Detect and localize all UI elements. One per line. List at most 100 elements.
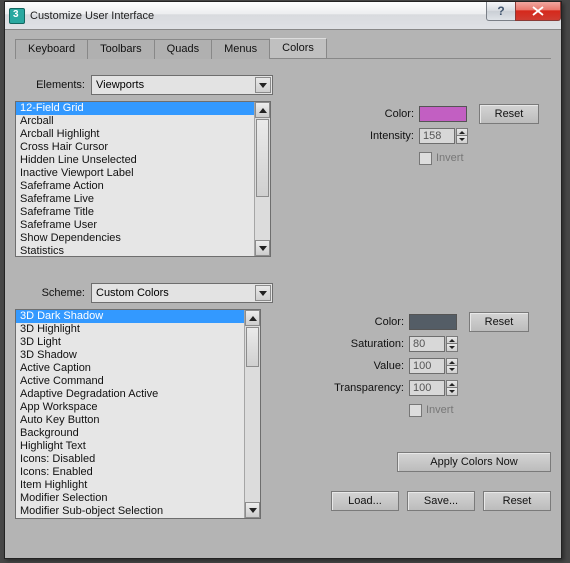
transparency-value[interactable]: 100 (409, 380, 445, 396)
color-swatch[interactable] (409, 314, 457, 330)
invert-label: Invert (426, 404, 454, 416)
tab-keyboard[interactable]: Keyboard (15, 39, 88, 59)
apply-colors-button[interactable]: Apply Colors Now (397, 452, 551, 472)
list-item[interactable]: Arcball (16, 115, 254, 128)
intensity-spinner[interactable]: 158 (419, 128, 468, 144)
scrollbar[interactable] (254, 102, 270, 256)
spin-down[interactable] (456, 136, 468, 144)
saturation-value[interactable]: 80 (409, 336, 445, 352)
spin-down[interactable] (446, 366, 458, 374)
dropdown-arrow-icon (255, 77, 271, 93)
list-item[interactable]: Active Caption (16, 362, 244, 375)
list-item[interactable]: Safeframe Live (16, 193, 254, 206)
list-item[interactable]: Modifier Sub-object Selection (16, 505, 244, 518)
list-item[interactable]: Adaptive Degradation Active (16, 388, 244, 401)
list-item[interactable]: Statistics (16, 245, 254, 256)
value-label: Value: (331, 360, 409, 372)
intensity-value[interactable]: 158 (419, 128, 455, 144)
list-item[interactable]: Background (16, 427, 244, 440)
value-value[interactable]: 100 (409, 358, 445, 374)
titlebar[interactable]: Customize User Interface ? (5, 2, 561, 30)
list-item[interactable]: Highlight Text (16, 440, 244, 453)
spin-down[interactable] (446, 344, 458, 352)
window-title: Customize User Interface (30, 10, 154, 22)
save-button[interactable]: Save... (407, 491, 475, 511)
help-icon: ? (497, 4, 504, 18)
scroll-up-button[interactable] (245, 310, 260, 326)
list-item[interactable]: 3D Shadow (16, 349, 244, 362)
elements-controls: Color: Reset Intensity: 158 (341, 103, 539, 169)
spin-up[interactable] (446, 358, 458, 366)
saturation-spinner[interactable]: 80 (409, 336, 458, 352)
chevron-up-icon (259, 108, 267, 113)
list-item[interactable]: Icons: Disabled (16, 453, 244, 466)
elements-label: Elements: (15, 79, 91, 91)
invert-checkbox[interactable] (419, 152, 432, 165)
transparency-label: Transparency: (331, 382, 409, 394)
scrollbar[interactable] (244, 310, 260, 518)
elements-listbox[interactable]: 12-Field GridArcballArcball HighlightCro… (15, 101, 271, 257)
scroll-down-button[interactable] (245, 502, 260, 518)
spin-down[interactable] (446, 388, 458, 396)
list-item[interactable]: Safeframe User (16, 219, 254, 232)
color-label: Color: (341, 108, 419, 120)
cui-window: Customize User Interface ? Keyboard Tool… (4, 1, 562, 559)
spin-up[interactable] (456, 128, 468, 136)
chevron-up-icon (249, 316, 257, 321)
elements-section: Elements: Viewports 12-Field GridArcball… (15, 75, 551, 257)
tabstrip: Keyboard Toolbars Quads Menus Colors (15, 38, 551, 59)
scroll-down-button[interactable] (255, 240, 270, 256)
intensity-label: Intensity: (341, 130, 419, 142)
close-button[interactable] (515, 2, 561, 21)
list-item[interactable]: Auto Key Button (16, 414, 244, 427)
dropdown-arrow-icon (255, 285, 271, 301)
client-area: Keyboard Toolbars Quads Menus Colors Ele… (5, 30, 561, 558)
list-item[interactable]: 3D Dark Shadow (16, 310, 244, 323)
elements-dropdown-value: Viewports (96, 79, 144, 91)
reset-color-button[interactable]: Reset (479, 104, 539, 124)
tab-menus[interactable]: Menus (211, 39, 270, 59)
list-item[interactable]: Safeframe Title (16, 206, 254, 219)
list-item[interactable]: Inactive Viewport Label (16, 167, 254, 180)
chevron-down-icon (259, 246, 267, 251)
spin-up[interactable] (446, 336, 458, 344)
list-item[interactable]: Cross Hair Cursor (16, 141, 254, 154)
list-item[interactable]: Icons: Enabled (16, 466, 244, 479)
scheme-listbox[interactable]: 3D Dark Shadow3D Highlight3D Light3D Sha… (15, 309, 261, 519)
list-item[interactable]: Arcball Highlight (16, 128, 254, 141)
reset-color-button[interactable]: Reset (469, 312, 529, 332)
scroll-thumb[interactable] (246, 327, 259, 367)
saturation-label: Saturation: (331, 338, 409, 350)
list-item[interactable]: Item Highlight (16, 479, 244, 492)
close-icon (532, 6, 544, 16)
scroll-up-button[interactable] (255, 102, 270, 118)
list-item[interactable]: Active Command (16, 375, 244, 388)
reset-button[interactable]: Reset (483, 491, 551, 511)
load-button[interactable]: Load... (331, 491, 399, 511)
spin-up[interactable] (446, 380, 458, 388)
color-label: Color: (331, 316, 409, 328)
tab-quads[interactable]: Quads (154, 39, 212, 59)
list-item[interactable]: Hidden Line Unselected (16, 154, 254, 167)
list-item[interactable]: Show Dependencies (16, 232, 254, 245)
list-item[interactable]: 3D Highlight (16, 323, 244, 336)
scheme-dropdown[interactable]: Custom Colors (91, 283, 273, 303)
scheme-section: Scheme: Custom Colors 3D Dark Shadow3D H… (15, 283, 551, 519)
list-item[interactable]: Modifier Selection (16, 492, 244, 505)
help-button[interactable]: ? (486, 2, 516, 21)
invert-checkbox[interactable] (409, 404, 422, 417)
list-item[interactable]: App Workspace (16, 401, 244, 414)
elements-dropdown[interactable]: Viewports (91, 75, 273, 95)
scroll-thumb[interactable] (256, 119, 269, 197)
scheme-label: Scheme: (15, 287, 91, 299)
transparency-spinner[interactable]: 100 (409, 380, 458, 396)
list-item[interactable]: 12-Field Grid (16, 102, 254, 115)
list-item[interactable]: 3D Light (16, 336, 244, 349)
chevron-down-icon (249, 508, 257, 513)
color-swatch[interactable] (419, 106, 467, 122)
app-icon (9, 8, 25, 24)
value-spinner[interactable]: 100 (409, 358, 458, 374)
tab-toolbars[interactable]: Toolbars (87, 39, 155, 59)
list-item[interactable]: Safeframe Action (16, 180, 254, 193)
tab-colors[interactable]: Colors (269, 38, 327, 58)
